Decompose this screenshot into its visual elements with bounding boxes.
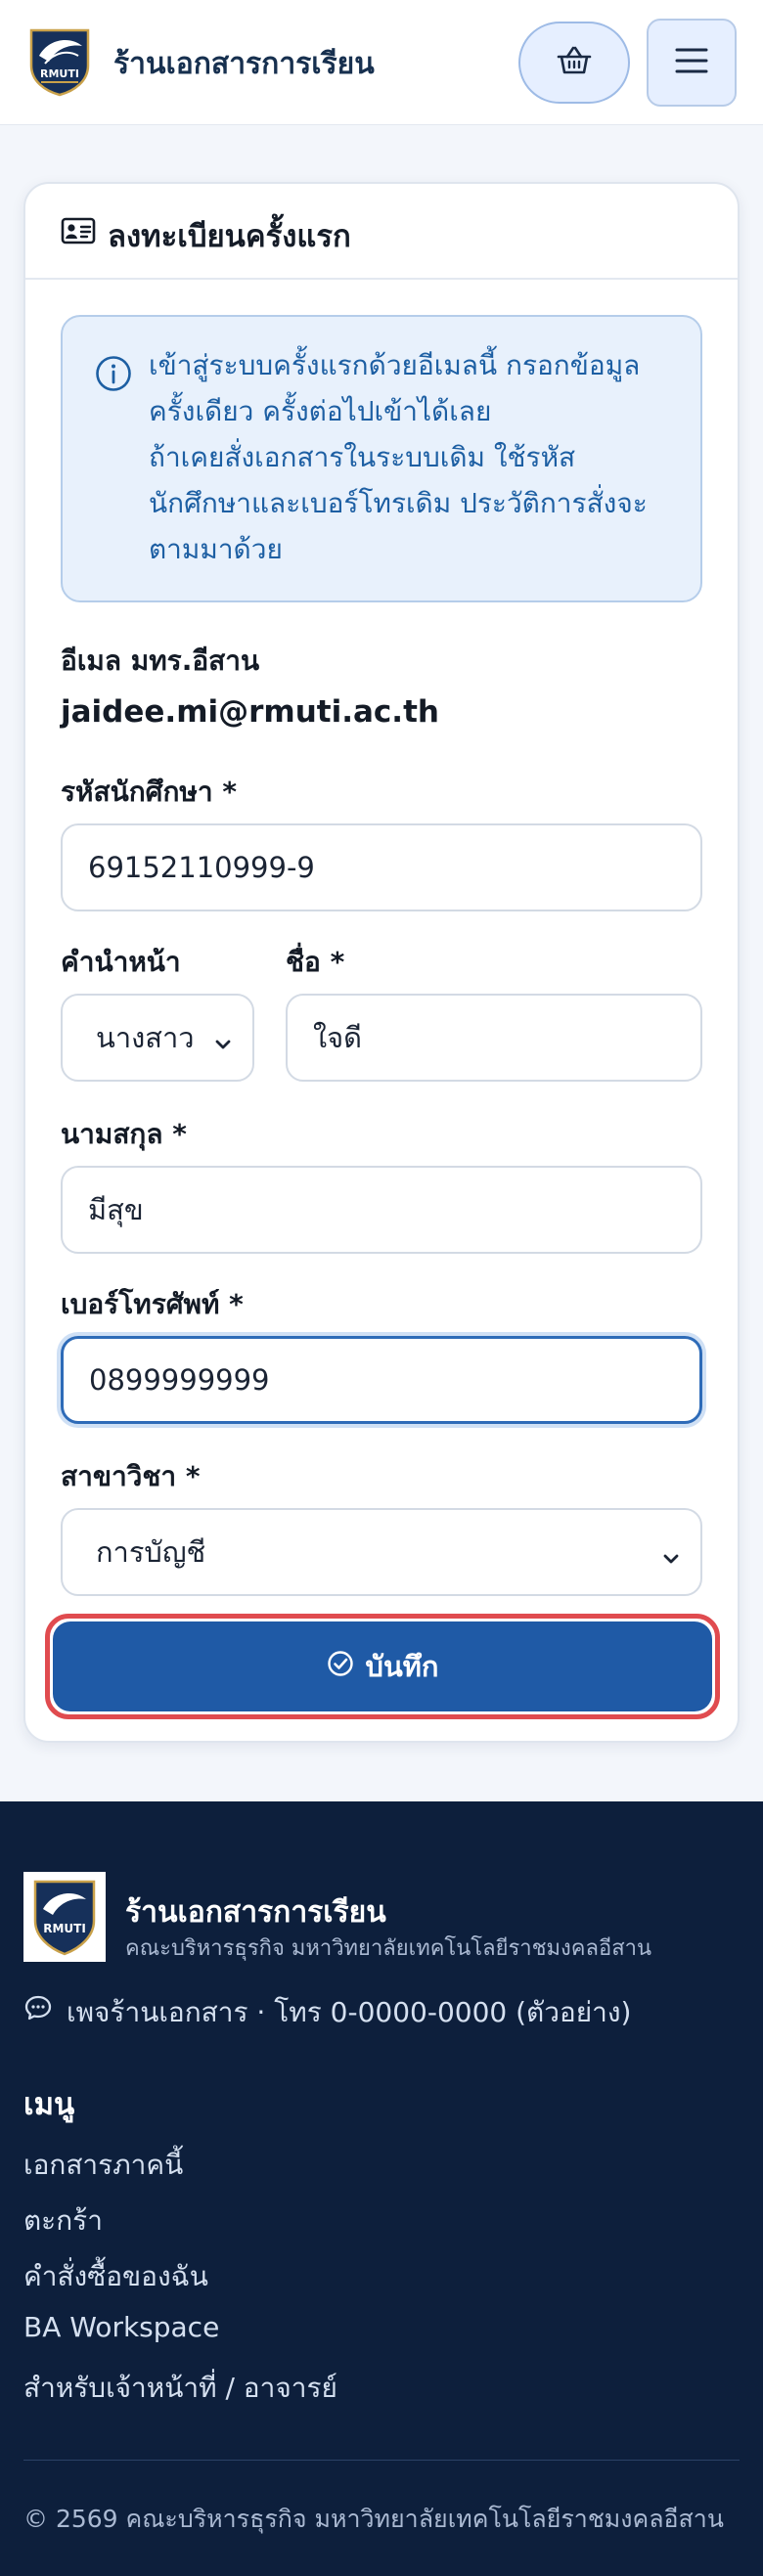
footer-link-my-orders[interactable]: คำสั่งซื้อของฉัน [23, 2255, 208, 2298]
footer-link-ba-workspace[interactable]: BA Workspace [23, 2311, 219, 2343]
alert-line: ตามมาด้วย [149, 533, 283, 565]
rmuti-logo[interactable]: RMUTI [27, 26, 92, 97]
chevron-down-icon [213, 1028, 233, 1049]
site-footer: RMUTI ร้านเอกสารการเรียน คณะบริหารธุรกิจ… [0, 1801, 763, 2576]
basket-icon [557, 45, 592, 80]
prefix-label: คำนำหน้า [61, 946, 181, 978]
registration-card: ลงทะเบียนครั้งแรก เข้าสู่ระบบครั้งแรกด้ว… [23, 182, 740, 1743]
info-alert: เข้าสู่ระบบครั้งแรกด้วยอีเมลนี้ กรอกข้อม… [61, 315, 702, 602]
last-name-input[interactable] [61, 1166, 702, 1254]
phone-label: เบอร์โทรศัพท์ * [61, 1288, 244, 1320]
footer-contact: เพจร้านเอกสาร · โทร 0-0000-0000 (ตัวอย่า… [67, 1996, 632, 2028]
major-selected-value: การบัญชี [96, 1535, 206, 1569]
chevron-down-icon [661, 1542, 681, 1564]
major-select[interactable]: การบัญชี [61, 1508, 702, 1596]
first-name-input[interactable] [286, 994, 702, 1082]
alert-line: เข้าสู่ระบบครั้งแรกด้วยอีเมลนี้ กรอกข้อม… [149, 349, 641, 381]
footer-link-current-documents[interactable]: เอกสารภาคนี้ [23, 2144, 183, 2187]
hamburger-menu-icon [674, 46, 709, 79]
prefix-select[interactable]: นางสาว [61, 994, 254, 1082]
footer-menu-title: เมนู [23, 2087, 75, 2122]
major-label: สาขาวิชา * [61, 1460, 201, 1492]
alert-line: นักศึกษาและเบอร์โทรเดิม ประวัติการสั่งจะ [149, 487, 648, 519]
prefix-selected-value: นางสาว [96, 1021, 195, 1054]
alert-message: เข้าสู่ระบบครั้งแรกด้วยอีเมลนี้ กรอกข้อม… [149, 342, 677, 572]
check-circle-icon [327, 1650, 354, 1684]
page-title: ลงทะเบียนครั้งแรก [108, 219, 351, 254]
chat-bubble-icon [23, 1993, 53, 2022]
svg-text:RMUTI: RMUTI [43, 1922, 86, 1935]
svg-text:RMUTI: RMUTI [40, 67, 79, 80]
cart-button[interactable] [518, 22, 630, 104]
save-button-label: บันทึก [365, 1650, 439, 1683]
id-card-icon [61, 216, 96, 245]
student-id-label: รหัสนักศึกษา * [61, 776, 237, 808]
email-label: อีเมล มทร.อีสาน [61, 644, 260, 677]
footer-link-cart[interactable]: ตะกร้า [23, 2199, 103, 2243]
footer-divider [23, 2460, 740, 2461]
footer-copyright: © 2569 คณะบริหารธุรกิจ มหาวิทยาลัยเทคโนโ… [23, 2505, 724, 2533]
alert-line: ครั้งเดียว ครั้งต่อไปเข้าได้เลย [149, 395, 492, 427]
footer-link-staff[interactable]: สำหรับเจ้าหน้าที่ / อาจารย์ [23, 2367, 337, 2410]
footer-logo: RMUTI [23, 1872, 106, 1962]
brand-title[interactable]: ร้านเอกสารการเรียน [113, 41, 375, 87]
alert-line: ถ้าเคยสั่งเอกสารในระบบเดิม ใช้รหัส [149, 441, 576, 473]
footer-title: ร้านเอกสารการเรียน [125, 1895, 386, 1930]
student-id-input[interactable] [61, 823, 702, 911]
menu-button[interactable] [647, 19, 737, 107]
card-header: ลงทะเบียนครั้งแรก [25, 184, 738, 280]
site-header: RMUTI ร้านเอกสารการเรียน [0, 0, 763, 125]
phone-input[interactable] [61, 1336, 702, 1424]
save-button[interactable]: บันทึก [53, 1621, 712, 1711]
footer-subtitle: คณะบริหารธุรกิจ มหาวิทยาลัยเทคโนโลยีราชม… [125, 1936, 652, 1961]
last-name-label: นามสกุล * [61, 1118, 187, 1150]
first-name-label: ชื่อ * [286, 946, 345, 978]
info-circle-icon [94, 354, 133, 393]
email-value: jaidee.mi@rmuti.ac.th [61, 694, 439, 730]
